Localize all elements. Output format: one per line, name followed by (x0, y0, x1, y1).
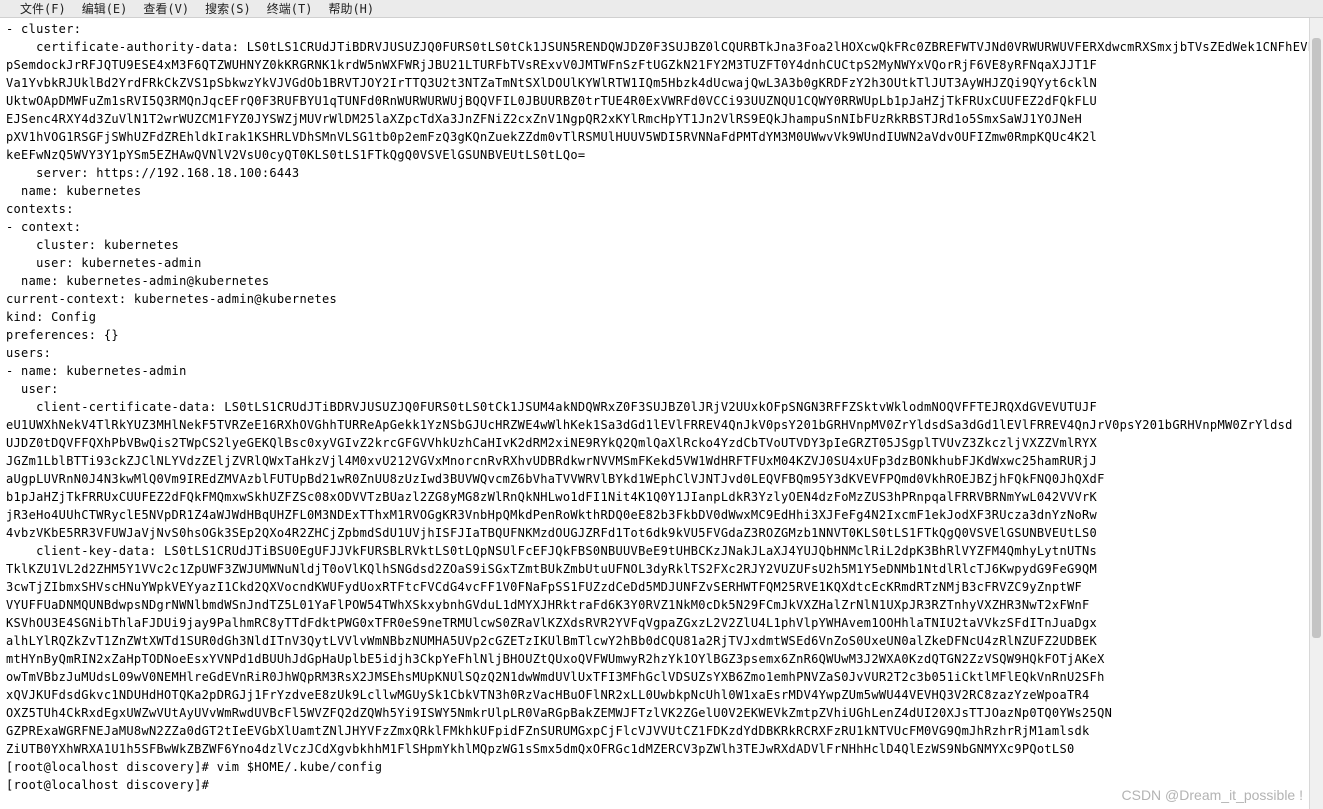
menu-file[interactable]: 文件(F) (20, 0, 66, 17)
scrollbar[interactable] (1309, 18, 1323, 809)
menu-view[interactable]: 查看(V) (143, 0, 189, 17)
menu-help[interactable]: 帮助(H) (328, 0, 374, 17)
menu-search[interactable]: 搜索(S) (205, 0, 251, 17)
terminal-output[interactable]: - cluster: certificate-authority-data: L… (0, 18, 1323, 794)
scrollbar-thumb[interactable] (1312, 38, 1321, 638)
menu-terminal[interactable]: 终端(T) (267, 0, 313, 17)
menubar: 文件(F) 编辑(E) 查看(V) 搜索(S) 终端(T) 帮助(H) (0, 0, 1323, 18)
menu-edit[interactable]: 编辑(E) (82, 0, 128, 17)
